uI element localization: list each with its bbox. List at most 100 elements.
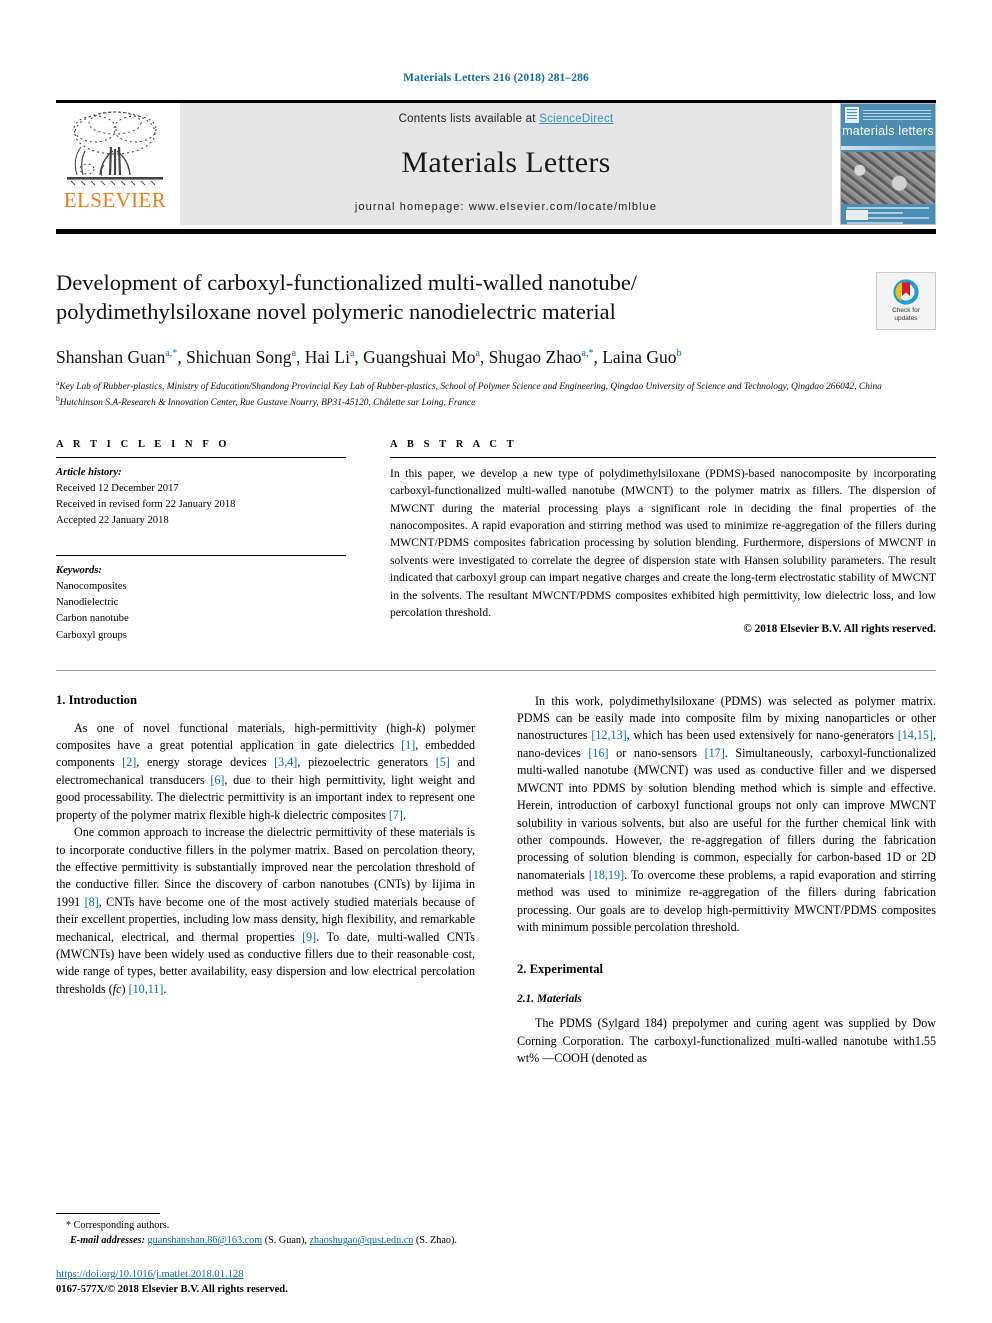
citation-ref[interactable]: [3,4] — [274, 755, 297, 769]
doi-link[interactable]: https://doi.org/10.1016/j.matlet.2018.01… — [56, 1269, 244, 1280]
author-list: Shanshan Guana,*, Shichuan Songa, Hai Li… — [56, 347, 936, 369]
intro-p1-part-h: . — [402, 807, 406, 822]
email-link-guan[interactable]: guanshanshan.86@163.com — [148, 1235, 263, 1246]
title-wrapper: Development of carboxyl-functionalized m… — [56, 268, 876, 327]
email-addresses-label: E-mail addresses: — [70, 1235, 145, 1247]
body-separator-rule — [56, 669, 936, 671]
keyword-item: Nanocomposites — [56, 581, 127, 593]
email2-owner: (S. Zhao). — [413, 1235, 457, 1247]
intro-p2-part-d: ) — [121, 981, 129, 996]
affiliation-b-text: Hutchinson S.A-Research & Innovation Cen… — [59, 398, 476, 409]
citation-ref[interactable]: [16] — [588, 746, 608, 760]
email1-owner: (S. Guan), — [262, 1235, 310, 1247]
cover-rule — [841, 146, 935, 150]
abstract-copyright: © 2018 Elsevier B.V. All rights reserved… — [743, 623, 936, 636]
author-separator: , — [354, 347, 364, 367]
issn-copyright: 0167-577X/© 2018 Elsevier B.V. All right… — [56, 1283, 288, 1295]
citation-ref[interactable]: [14,15] — [898, 728, 933, 742]
intro-p3-part-e: . Simultaneously, carboxyl-functionalize… — [517, 745, 936, 882]
section-heading-experimental: 2. Experimental — [517, 962, 604, 977]
author-name[interactable]: Shugao Zhao — [489, 347, 582, 367]
author-separator: , — [177, 347, 187, 367]
masthead-bottom-rule — [56, 229, 936, 234]
elsevier-tree-icon — [67, 111, 163, 186]
journal-homepage[interactable]: journal homepage: www.elsevier.com/locat… — [355, 201, 657, 213]
affiliation-b: bHutchinson S.A-Research & Innovation Ce… — [56, 394, 936, 410]
crossmark-label: Check for updates — [892, 307, 920, 323]
citation-ref[interactable]: [5] — [436, 755, 450, 769]
author-name[interactable]: Guangshuai Mo — [363, 347, 475, 367]
paper-page: Materials Letters 216 (2018) 281–286 ELS… — [0, 0, 992, 1323]
doi-block: https://doi.org/10.1016/j.matlet.2018.01… — [56, 1267, 468, 1297]
author-affiliation-marker: a,* — [581, 348, 594, 360]
keyword-item: Carbon nanotube — [56, 613, 129, 625]
citation-ref[interactable]: [17] — [705, 746, 725, 760]
email-note: E-mail addresses: guanshanshan.86@163.co… — [56, 1234, 468, 1249]
citation-ref[interactable]: [9] — [302, 930, 316, 944]
citation-ref[interactable]: [12,13] — [591, 728, 626, 742]
running-head: Materials Letters 216 (2018) 281–286 — [403, 72, 589, 84]
author-separator: , — [296, 347, 305, 367]
intro-p1-part-e: , piezoelectric generators — [297, 755, 436, 770]
affiliation-a: aKey Lab of Rubber-plastics, Ministry of… — [56, 378, 936, 394]
intro-p2-symbol-fc: fc — [112, 981, 122, 996]
journal-name: Materials Letters — [401, 146, 611, 179]
cover-footer-line — [847, 207, 929, 209]
intro-p3-part-d: or nano-sensors — [608, 745, 705, 760]
abstract-heading: A B S T R A C T — [390, 438, 518, 450]
crossmark-icon — [893, 279, 919, 305]
intro-paragraph-3: In this work, polydimethylsiloxane (PDMS… — [517, 693, 936, 937]
info-abstract-row: A R T I C L E I N F O Article history: R… — [56, 439, 936, 644]
author-name[interactable]: Shanshan Guan — [56, 347, 165, 367]
intro-p3-part-b: , which has been used extensively for na… — [626, 728, 898, 743]
title-block: Development of carboxyl-functionalized m… — [56, 268, 936, 330]
footnote-star: * — [66, 1220, 72, 1232]
body-column-right: In this work, polydimethylsiloxane (PDMS… — [517, 693, 936, 1068]
contents-available-line: Contents lists available at ScienceDirec… — [399, 113, 614, 125]
cover-micrograph-image — [841, 152, 935, 204]
article-info-heading: A R T I C L E I N F O — [56, 438, 231, 450]
cover-publisher-badge — [846, 210, 868, 220]
intro-paragraph-1: As one of novel functional materials, hi… — [56, 720, 475, 824]
author-separator: , — [593, 347, 603, 367]
article-history-label: Article history: — [56, 466, 122, 478]
history-item: Accepted 22 January 2018 — [56, 515, 169, 527]
intro-paragraph-2: One common approach to increase the diel… — [56, 824, 475, 998]
affiliation-a-text: Key Lab of Rubber-plastics, Ministry of … — [59, 382, 882, 392]
keywords-rule — [56, 555, 346, 557]
article-history: Article history: Received 12 December 20… — [56, 465, 346, 529]
intro-p1-part-d: , energy storage devices — [136, 755, 275, 770]
corresponding-authors-label: Corresponding authors. — [73, 1220, 170, 1232]
cover-footer — [841, 204, 935, 224]
abstract-text: In this paper, we develop a new type of … — [390, 466, 936, 619]
intro-p2-part-e: . — [163, 981, 167, 996]
elsevier-logo: ELSEVIER — [56, 103, 174, 225]
author-name[interactable]: Laina Guo — [602, 347, 676, 367]
crossmark-line-1: Check for — [892, 307, 920, 315]
cover-top: materials letters — [841, 104, 935, 160]
citation-ref[interactable]: [8] — [85, 895, 99, 909]
journal-masthead: ELSEVIER Contents lists available at Sci… — [56, 100, 936, 225]
section-heading-introduction: 1. Introduction — [56, 692, 137, 707]
citation-ref[interactable]: [18,19] — [589, 868, 624, 882]
title-line-1: Development of carboxyl-functionalized m… — [56, 270, 638, 295]
email-link-zhao[interactable]: zhaoshugao@qust.edu.cn — [309, 1235, 413, 1246]
author-name[interactable]: Shichuan Song — [186, 347, 292, 367]
article-info-column: A R T I C L E I N F O Article history: R… — [56, 439, 346, 644]
abstract-column: A B S T R A C T In this paper, we develo… — [390, 439, 936, 644]
keywords-block: Keywords: Nanocomposites Nanodielectric … — [56, 563, 346, 643]
journal-cover-thumbnail[interactable]: materials letters — [840, 103, 936, 225]
history-item: Received in revised form 22 January 2018 — [56, 499, 236, 510]
cover-tagline — [863, 110, 931, 120]
citation-ref[interactable]: [1] — [401, 738, 415, 752]
citation-ref[interactable]: [10,11] — [129, 982, 164, 996]
sciencedirect-link[interactable]: ScienceDirect — [539, 113, 613, 125]
citation-ref[interactable]: [6] — [210, 773, 224, 787]
footnote-block: * Corresponding authors. E-mail addresse… — [56, 1213, 468, 1297]
cover-footer-line — [847, 222, 904, 224]
crossmark-badge[interactable]: Check for updates — [876, 272, 936, 330]
author-name[interactable]: Hai Li — [305, 347, 350, 367]
citation-ref[interactable]: [7] — [389, 808, 403, 822]
citation-ref[interactable]: [2] — [122, 755, 136, 769]
contents-prefix: Contents lists available at — [398, 113, 540, 125]
